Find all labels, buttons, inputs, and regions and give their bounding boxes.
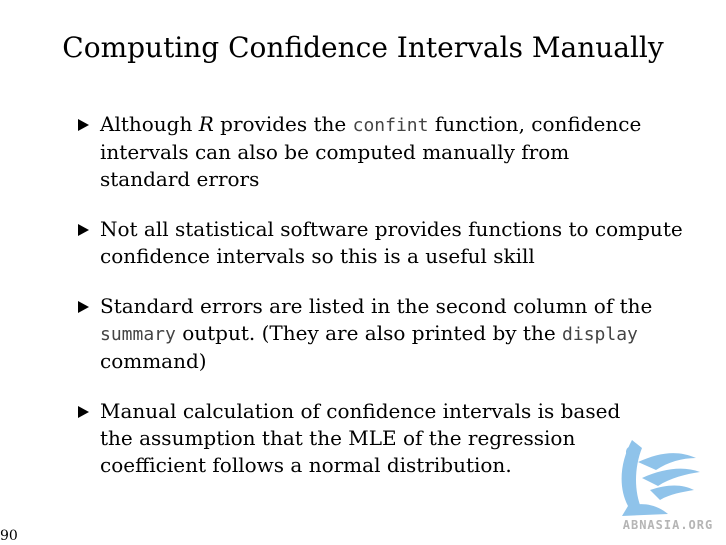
bullet-text: command) bbox=[100, 349, 207, 373]
page-number: 90 bbox=[0, 528, 18, 544]
bullet-text: Although bbox=[100, 112, 199, 136]
logo-text: ABNASIA.ORG bbox=[622, 518, 714, 532]
bullet-item: Manual calculation of confidence interva… bbox=[78, 398, 640, 479]
bullet-triangle-icon bbox=[78, 119, 89, 131]
bullet-text: Manual calculation of confidence interva… bbox=[100, 399, 621, 477]
bullet-triangle-icon bbox=[78, 224, 89, 236]
bullet-item: Standard errors are listed in the second… bbox=[78, 293, 685, 375]
bullet-item: Not all statistical software provides fu… bbox=[78, 216, 685, 270]
bullet-text: provides the bbox=[213, 112, 353, 136]
bullet-text: output. (They are also printed by the bbox=[175, 321, 563, 345]
bullet-text: Not all statistical software provides fu… bbox=[100, 217, 683, 268]
r-language-name: R bbox=[198, 112, 214, 136]
slide-title: Computing Confidence Intervals Manually bbox=[62, 31, 664, 64]
abnasia-logo: ABNASIA.ORG bbox=[612, 432, 724, 542]
code-display: display bbox=[562, 324, 638, 345]
bullet-triangle-icon bbox=[78, 406, 89, 418]
griffin-icon bbox=[621, 440, 700, 516]
bullet-item: Although R provides the confint function… bbox=[78, 111, 648, 193]
bullet-text: Standard errors are listed in the second… bbox=[100, 294, 653, 318]
bullet-triangle-icon bbox=[78, 301, 89, 313]
bullet-list: Although R provides the confint function… bbox=[78, 111, 683, 502]
code-confint: confint bbox=[352, 115, 429, 136]
code-summary: summary bbox=[100, 324, 176, 345]
